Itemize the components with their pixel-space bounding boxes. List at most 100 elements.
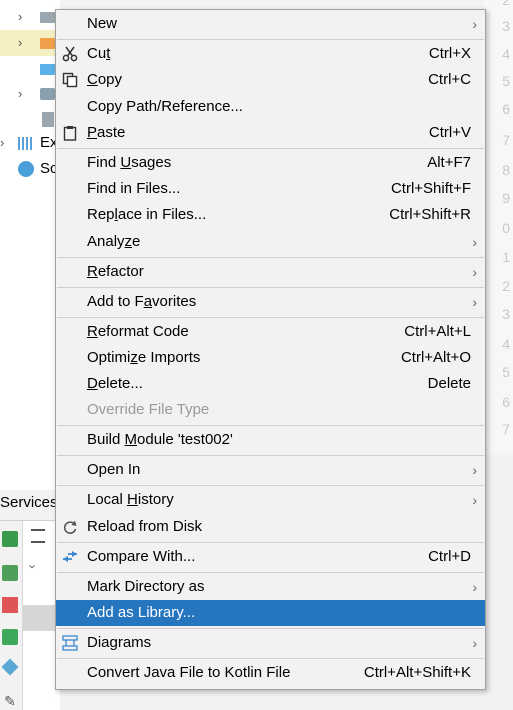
services-title[interactable]: Services: [0, 494, 58, 511]
line-number: 3: [502, 18, 510, 34]
menu-item-label: Compare With...: [87, 548, 196, 565]
right-panel: [484, 455, 513, 710]
shortcut-label: Ctrl+C: [428, 71, 471, 88]
menu-item-analyze[interactable]: Analyze ›: [56, 229, 485, 255]
reload-icon: [63, 520, 77, 534]
expand-arrow-icon[interactable]: ›: [18, 86, 22, 101]
context-menu: New › Cut Ctrl+X Copy Ctrl+C Copy Path/R…: [55, 9, 486, 690]
line-number: 8: [502, 162, 510, 178]
expand-arrow-icon[interactable]: ›: [18, 35, 22, 50]
expand-arrow-icon[interactable]: ›: [18, 9, 22, 24]
tree-row[interactable]: › Ex: [0, 130, 60, 156]
menu-item-diagrams[interactable]: Diagrams ›: [56, 630, 485, 656]
menu-item-label: New: [87, 15, 118, 32]
library-icon: [40, 88, 55, 100]
menu-separator: [57, 542, 484, 543]
shortcut-label: Ctrl+V: [428, 124, 471, 141]
rerun-icon[interactable]: [2, 531, 18, 547]
submenu-arrow-icon: ›: [472, 579, 477, 595]
scratches-icon: [18, 161, 34, 177]
expand-arrow-icon[interactable]: ›: [0, 135, 4, 150]
editor-gutter: 2 3 4 5 6 7 8 9 0 1 2 3 4 5 6 7: [484, 0, 513, 455]
menu-item-label: Mark Directory as: [87, 578, 205, 595]
folder-icon: [40, 64, 55, 75]
stop-icon[interactable]: [2, 597, 18, 613]
menu-item-label: Paste: [87, 124, 126, 141]
menu-item-mark-directory-as[interactable]: Mark Directory as ›: [56, 574, 485, 600]
menu-item-label: Build Module 'test002': [87, 431, 233, 448]
menu-item-compare-with[interactable]: Compare With... Ctrl+D: [56, 544, 485, 570]
tree-row[interactable]: ›: [0, 81, 60, 107]
menu-item-refactor[interactable]: Refactor ›: [56, 259, 485, 285]
menu-item-build-module[interactable]: Build Module 'test002': [56, 427, 485, 453]
shortcut-label: Ctrl+D: [428, 548, 471, 565]
diamond-icon[interactable]: [1, 658, 19, 676]
tree-group-icon[interactable]: [2, 565, 18, 581]
menu-item-find-in-files[interactable]: Find in Files... Ctrl+Shift+F: [56, 176, 485, 202]
submenu-arrow-icon: ›: [472, 234, 477, 250]
menu-item-label: Refactor: [87, 263, 144, 280]
submenu-arrow-icon: ›: [472, 264, 477, 280]
menu-item-label: Diagrams: [87, 634, 152, 651]
line-number: 2: [502, 0, 510, 8]
menu-separator: [57, 39, 484, 40]
external-libraries-icon: [18, 137, 34, 150]
line-number: 4: [502, 46, 510, 62]
line-number: 5: [502, 364, 510, 380]
scissors-icon: [62, 46, 78, 62]
line-number: 5: [502, 73, 510, 89]
menu-item-copy[interactable]: Copy Ctrl+C: [56, 67, 485, 93]
file-icon: [42, 112, 54, 127]
diagram-icon: [62, 635, 78, 651]
chevron-down-icon[interactable]: ›: [26, 564, 41, 568]
shortcut-label: Ctrl+Shift+F: [390, 180, 471, 197]
menu-separator: [57, 317, 484, 318]
menu-item-reformat-code[interactable]: Reformat Code Ctrl+Alt+L: [56, 319, 485, 345]
shortcut-label: Ctrl+X: [428, 45, 471, 62]
menu-item-override-file-type: Override File Type: [56, 397, 485, 423]
shortcut-label: Ctrl+Alt+O: [400, 349, 471, 366]
menu-separator: [57, 148, 484, 149]
menu-item-reload-from-disk[interactable]: Reload from Disk: [56, 514, 485, 540]
shortcut-label: Delete: [427, 375, 471, 392]
tree-row[interactable]: ›: [0, 30, 60, 56]
shortcut-label: Ctrl+Alt+Shift+K: [363, 664, 471, 681]
menu-item-label: Replace in Files...: [87, 206, 207, 223]
menu-separator: [57, 455, 484, 456]
line-number: 7: [502, 132, 510, 148]
copy-icon: [62, 72, 78, 88]
tree-row[interactable]: ›: [0, 4, 60, 30]
deploy-icon[interactable]: [2, 629, 18, 645]
menu-item-copy-path[interactable]: Copy Path/Reference...: [56, 94, 485, 120]
menu-item-cut[interactable]: Cut Ctrl+X: [56, 41, 485, 67]
menu-item-label: Copy Path/Reference...: [87, 98, 243, 115]
menu-item-label: Reformat Code: [87, 323, 189, 340]
submenu-arrow-icon: ›: [472, 635, 477, 651]
tree-row[interactable]: [0, 56, 60, 82]
menu-item-label: Cut: [87, 45, 111, 62]
menu-item-local-history[interactable]: Local History ›: [56, 487, 485, 513]
folder-icon: [40, 12, 55, 23]
wrench-icon[interactable]: ✎: [2, 693, 18, 709]
paste-icon: [63, 126, 77, 141]
menu-item-label: Convert Java File to Kotlin File: [87, 664, 291, 681]
menu-item-new[interactable]: New ›: [56, 11, 485, 37]
menu-item-paste[interactable]: Paste Ctrl+V: [56, 120, 485, 146]
menu-item-open-in[interactable]: Open In ›: [56, 457, 485, 483]
expand-all-icon[interactable]: [31, 529, 45, 543]
menu-item-label: Optimize Imports: [87, 349, 201, 366]
menu-item-replace-in-files[interactable]: Replace in Files... Ctrl+Shift+R: [56, 202, 485, 228]
tree-row[interactable]: Sc: [0, 156, 60, 182]
line-number: 3: [502, 306, 510, 322]
shortcut-label: Ctrl+Alt+L: [404, 323, 471, 340]
menu-item-find-usages[interactable]: Find Usages Alt+F7: [56, 150, 485, 176]
menu-item-convert-java-kotlin[interactable]: Convert Java File to Kotlin File Ctrl+Al…: [56, 660, 485, 686]
menu-item-add-as-library[interactable]: Add as Library...: [56, 600, 485, 626]
menu-separator: [57, 658, 484, 659]
menu-item-add-to-favorites[interactable]: Add to Favorites ›: [56, 289, 485, 315]
line-number: 0: [502, 220, 510, 236]
line-number: 6: [502, 101, 510, 117]
menu-item-optimize-imports[interactable]: Optimize Imports Ctrl+Alt+O: [56, 345, 485, 371]
menu-item-delete[interactable]: Delete... Delete: [56, 371, 485, 397]
menu-item-label: Add to Favorites: [87, 293, 197, 310]
